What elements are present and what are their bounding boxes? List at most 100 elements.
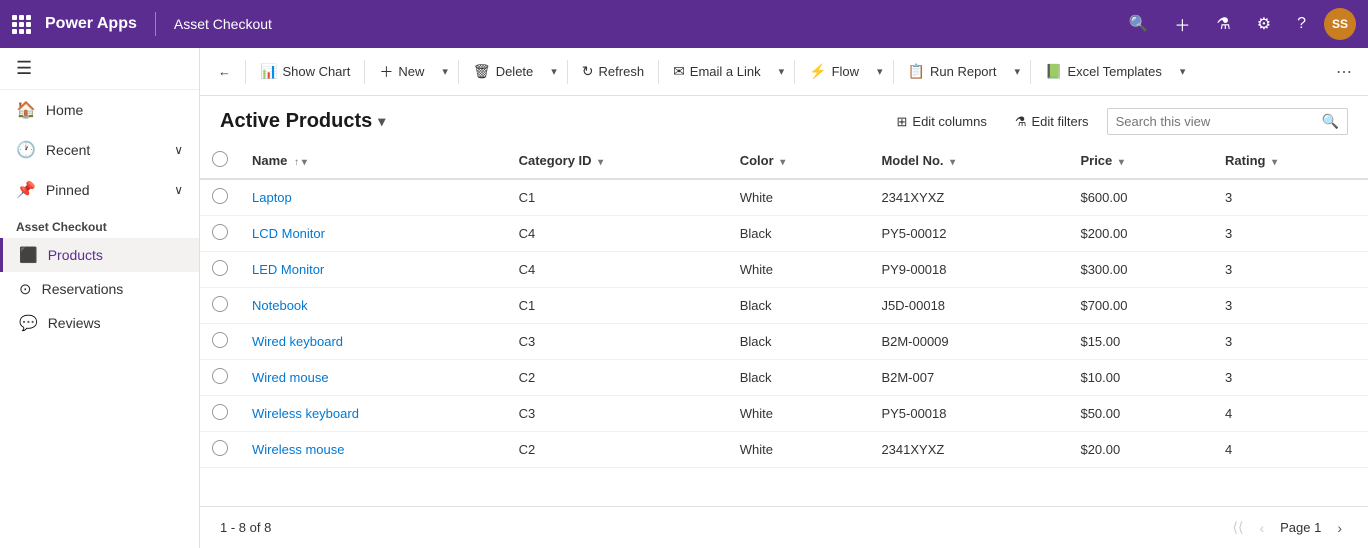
sidebar-item-recent[interactable]: 🕐 Recent ∨	[0, 130, 199, 170]
sidebar-item-reservations[interactable]: ⊙ Reservations	[0, 272, 199, 306]
row-color: Black	[728, 360, 870, 396]
row-checkbox[interactable]	[212, 188, 228, 204]
flow-button[interactable]: ⚡ Flow	[799, 57, 869, 86]
table-row: Notebook C1 Black J5D-00018 $700.00 3	[200, 288, 1368, 324]
row-checkbox[interactable]	[212, 368, 228, 384]
excel-chevron-button[interactable]: ▾	[1174, 59, 1192, 84]
row-checkbox-cell[interactable]	[200, 179, 240, 216]
run-report-button[interactable]: 📋 Run Report	[898, 57, 1007, 86]
row-checkbox-cell[interactable]	[200, 360, 240, 396]
waffle-icon[interactable]	[12, 15, 31, 34]
row-name[interactable]: Wired keyboard	[240, 324, 507, 360]
row-checkbox[interactable]	[212, 296, 228, 312]
row-checkbox[interactable]	[212, 404, 228, 420]
edit-filters-label: Edit filters	[1031, 114, 1088, 129]
sidebar-item-pinned[interactable]: 📌 Pinned ∨	[0, 170, 199, 210]
new-chevron-button[interactable]: ▾	[436, 59, 454, 84]
back-button[interactable]: ←	[208, 58, 241, 85]
more-options-button[interactable]: ⋯	[1328, 56, 1360, 88]
pinned-icon: 📌	[16, 180, 36, 200]
model-column-header[interactable]: Model No. ▾	[869, 143, 1068, 179]
table-row: Laptop C1 White 2341XYXZ $600.00 3	[200, 179, 1368, 216]
edit-filters-button[interactable]: ⚗ Edit filters	[1005, 109, 1099, 135]
new-button[interactable]: ＋ New	[369, 56, 434, 88]
row-checkbox[interactable]	[212, 224, 228, 240]
rating-column-header[interactable]: Rating ▾	[1213, 143, 1368, 179]
category-sort-icon: ▾	[598, 157, 603, 168]
name-col-label: Name	[252, 153, 287, 168]
row-color: Black	[728, 288, 870, 324]
row-checkbox[interactable]	[212, 332, 228, 348]
report-chevron-button[interactable]: ▾	[1008, 59, 1026, 84]
excel-templates-button[interactable]: 📗 Excel Templates	[1035, 57, 1172, 86]
add-nav-button[interactable]: ＋	[1166, 8, 1198, 40]
row-checkbox-cell[interactable]	[200, 396, 240, 432]
row-name[interactable]: Wired mouse	[240, 360, 507, 396]
row-category: C4	[507, 216, 728, 252]
row-name[interactable]: Wireless mouse	[240, 432, 507, 468]
row-checkbox[interactable]	[212, 260, 228, 276]
delete-chevron-button[interactable]: ▾	[545, 59, 563, 84]
delete-label: Delete	[496, 64, 534, 79]
edit-columns-label: Edit columns	[912, 114, 986, 129]
category-column-header[interactable]: Category ID ▾	[507, 143, 728, 179]
search-icon[interactable]: 🔍	[1322, 113, 1339, 130]
row-color: White	[728, 252, 870, 288]
sidebar-products-label: Products	[48, 247, 103, 263]
edit-columns-button[interactable]: ⊞ Edit columns	[887, 109, 997, 135]
row-color: White	[728, 432, 870, 468]
settings-nav-button[interactable]: ⚙	[1249, 10, 1279, 38]
model-sort-icon: ▾	[950, 157, 955, 168]
color-column-header[interactable]: Color ▾	[728, 143, 870, 179]
row-checkbox-cell[interactable]	[200, 324, 240, 360]
cmd-separator-2	[364, 60, 365, 84]
help-nav-button[interactable]: ?	[1289, 11, 1314, 37]
sidebar-item-reviews[interactable]: 💬 Reviews	[0, 306, 199, 340]
row-rating: 3	[1213, 179, 1368, 216]
row-name[interactable]: Notebook	[240, 288, 507, 324]
sidebar-toggle[interactable]: ☰	[0, 48, 199, 90]
report-icon: 📋	[908, 63, 925, 80]
email-link-button[interactable]: ✉ Email a Link	[663, 57, 771, 86]
row-checkbox-cell[interactable]	[200, 252, 240, 288]
delete-button[interactable]: 🗑 Delete	[463, 57, 543, 86]
pagination: ⟨⟨ ‹ Page 1 ›	[1227, 515, 1348, 540]
user-avatar[interactable]: SS	[1324, 8, 1356, 40]
sidebar-section-title: Asset Checkout	[0, 210, 199, 238]
search-nav-button[interactable]: 🔍	[1120, 10, 1156, 38]
select-all-checkbox[interactable]	[212, 151, 228, 167]
select-all-header[interactable]	[200, 143, 240, 179]
app-layout: ☰ 🏠 Home 🕐 Recent ∨ 📌 Pinned ∨ Asset Che…	[0, 48, 1368, 548]
row-checkbox-cell[interactable]	[200, 288, 240, 324]
row-checkbox-cell[interactable]	[200, 216, 240, 252]
row-checkbox[interactable]	[212, 440, 228, 456]
next-page-button[interactable]: ›	[1331, 516, 1348, 540]
prev-page-button[interactable]: ‹	[1253, 516, 1270, 540]
filter-nav-button[interactable]: ⚗	[1208, 10, 1238, 38]
new-label: New	[398, 64, 424, 79]
refresh-label: Refresh	[599, 64, 645, 79]
row-name[interactable]: Laptop	[240, 179, 507, 216]
row-price: $50.00	[1068, 396, 1213, 432]
first-page-button[interactable]: ⟨⟨	[1227, 515, 1250, 540]
sidebar-reviews-label: Reviews	[48, 315, 101, 331]
sidebar-item-products[interactable]: ⬛ Products	[0, 238, 199, 272]
excel-label: Excel Templates	[1067, 64, 1161, 79]
show-chart-button[interactable]: 📊 Show Chart	[250, 57, 360, 86]
row-name[interactable]: LED Monitor	[240, 252, 507, 288]
sidebar-item-home[interactable]: 🏠 Home	[0, 90, 199, 130]
price-column-header[interactable]: Price ▾	[1068, 143, 1213, 179]
row-name[interactable]: Wireless keyboard	[240, 396, 507, 432]
email-chevron-button[interactable]: ▾	[773, 59, 791, 84]
row-checkbox-cell[interactable]	[200, 432, 240, 468]
row-rating: 4	[1213, 432, 1368, 468]
view-title-chevron-icon[interactable]: ▾	[378, 113, 385, 130]
row-model: 2341XYXZ	[869, 432, 1068, 468]
name-column-header[interactable]: Name ↑ ▾	[240, 143, 507, 179]
refresh-button[interactable]: ↻ Refresh	[572, 57, 654, 86]
row-name[interactable]: LCD Monitor	[240, 216, 507, 252]
model-col-label: Model No.	[881, 153, 943, 168]
row-color: Black	[728, 216, 870, 252]
search-input[interactable]	[1116, 114, 1316, 129]
flow-chevron-button[interactable]: ▾	[871, 59, 889, 84]
